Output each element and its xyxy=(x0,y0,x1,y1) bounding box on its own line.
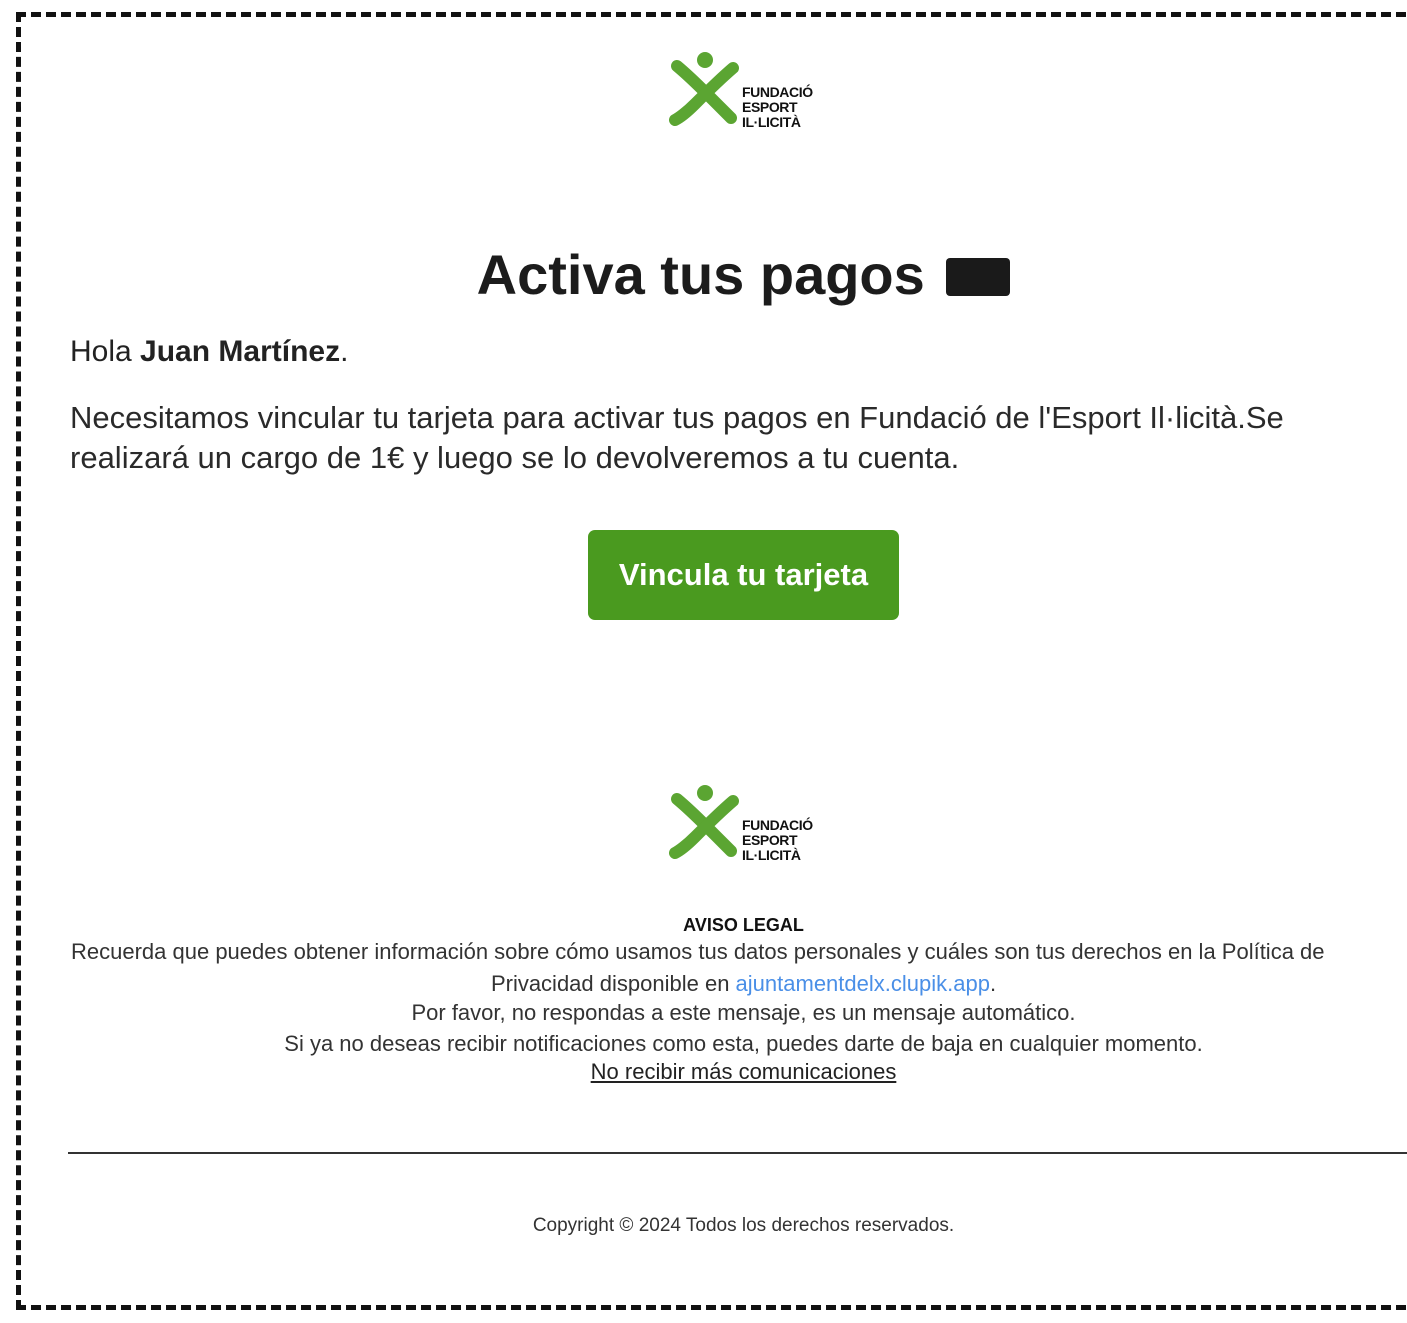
greeting-prefix: Hola xyxy=(70,335,141,368)
footer-fundacio-logo: FUNDACIÓ ESPORT IL·LICITÀ xyxy=(669,785,821,865)
greeting: Hola Juan Martínez. xyxy=(70,332,348,372)
fundacio-person-icon xyxy=(669,52,739,126)
legal-line-no-reply: Por favor, no respondas a este mensaje, … xyxy=(411,1000,1076,1025)
greeting-suffix: . xyxy=(340,335,349,368)
legal-line2-suffix: . xyxy=(989,971,997,996)
link-card-button[interactable]: Vincula tu tarjeta xyxy=(588,530,899,620)
footer-divider xyxy=(68,1152,1407,1154)
legal-line-privacy: Recuerda que puedes obtener información … xyxy=(71,939,1325,964)
legal-line2-prefix: Privacidad disponible en xyxy=(490,971,736,996)
logo-wordmark: FUNDACIÓ ESPORT IL·LICITÀ xyxy=(742,817,813,863)
copyright-text: Copyright © 2024 Todos los derechos rese… xyxy=(532,1215,955,1236)
email-frame xyxy=(16,12,1407,1310)
legal-line-unsubscribe-info: Si ya no deseas recibir notificaciones c… xyxy=(284,1031,1203,1056)
title-text: Activa tus pagos xyxy=(476,243,925,306)
privacy-link[interactable]: ajuntamentdelx.clupik.app xyxy=(736,971,990,996)
fundacio-person-icon xyxy=(669,785,739,859)
redacted-emoji xyxy=(946,258,1011,296)
logo-wordmark: FUNDACIÓ ESPORT IL·LICITÀ xyxy=(742,84,813,130)
message-body: Necesitamos vincular tu tarjeta para act… xyxy=(70,400,1284,475)
page-title: Activa tus pagos xyxy=(0,242,1407,308)
legal-notice-title: AVISO LEGAL xyxy=(683,915,804,935)
unsubscribe-row: No recibir más comunicaciones xyxy=(0,1057,1407,1087)
recipient-name: Juan Martínez xyxy=(140,335,341,368)
legal-line-privacy-link: Privacidad disponible en ajuntamentdelx.… xyxy=(0,969,1407,999)
unsubscribe-link[interactable]: No recibir más comunicaciones xyxy=(591,1059,897,1084)
fundacio-logo: FUNDACIÓ ESPORT IL·LICITÀ xyxy=(669,52,821,132)
